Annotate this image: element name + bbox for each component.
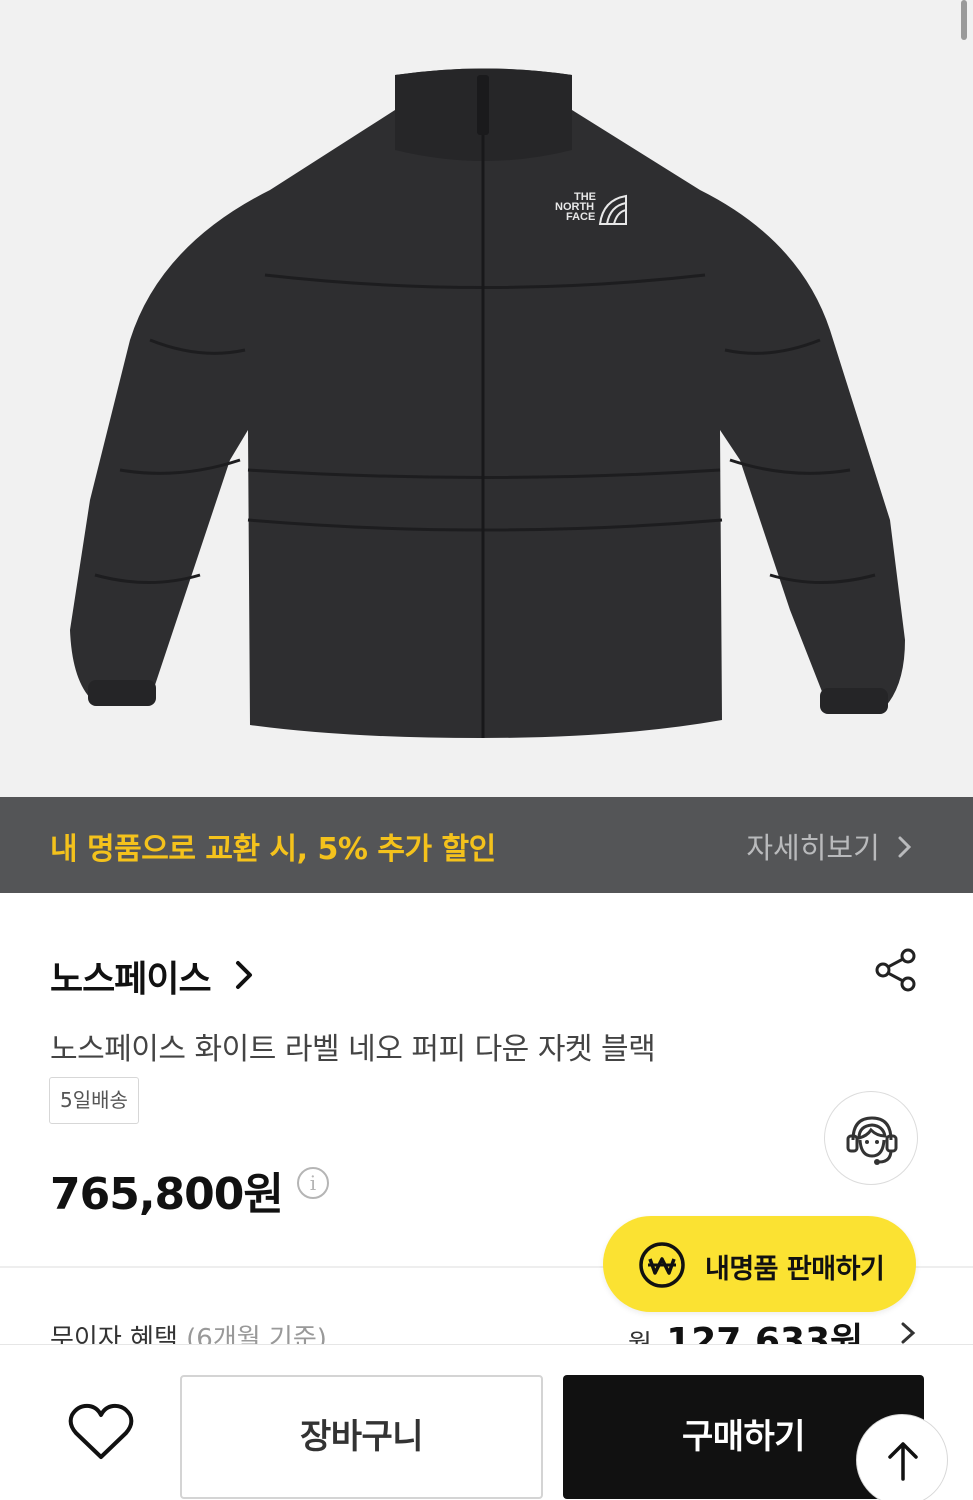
jacket-illustration: THE NORTH FACE bbox=[70, 68, 905, 738]
won-coin-icon bbox=[639, 1242, 685, 1288]
image-scrollbar[interactable] bbox=[961, 0, 967, 40]
product-title: 노스페이스 화이트 라벨 네오 퍼피 다운 자켓 블랙 bbox=[50, 1032, 656, 1067]
customer-service-button[interactable] bbox=[824, 1091, 918, 1185]
price-info-icon[interactable]: i bbox=[297, 1167, 329, 1199]
delivery-badge: 5일배송 bbox=[49, 1077, 139, 1124]
heart-icon[interactable] bbox=[68, 1403, 134, 1461]
promo-text: 내 명품으로 교환 시, 5% 추가 할인 bbox=[50, 832, 496, 867]
chevron-right-icon bbox=[898, 836, 912, 858]
brand-link[interactable]: 노스페이스 bbox=[50, 950, 212, 1002]
add-to-cart-button[interactable]: 장바구니 bbox=[180, 1375, 543, 1499]
trade-in-promo-banner[interactable]: 내 명품으로 교환 시, 5% 추가 할인 자세히보기 bbox=[0, 797, 973, 893]
product-image[interactable]: THE NORTH FACE bbox=[0, 0, 973, 797]
installment-label: 무이자 혜택 bbox=[50, 1324, 178, 1344]
customer-service-icon bbox=[846, 1116, 898, 1165]
installment-prefix: 월 bbox=[628, 1330, 652, 1344]
share-icon[interactable] bbox=[872, 946, 920, 994]
installment-sub: (6개월 기준) bbox=[186, 1324, 327, 1344]
promo-more-link[interactable]: 자세히보기 bbox=[746, 825, 915, 867]
sell-button-label: 내명품 판매하기 bbox=[705, 1254, 885, 1285]
installment-amount: 127,633원 bbox=[666, 1321, 864, 1344]
brand-chevron-right-icon[interactable] bbox=[230, 958, 258, 992]
svg-text:FACE: FACE bbox=[566, 211, 595, 223]
scroll-to-top-button[interactable] bbox=[856, 1414, 948, 1500]
installment-chevron-right-icon bbox=[901, 1322, 916, 1344]
bottom-action-bar: 장바구니 구매하기 bbox=[0, 1344, 973, 1500]
product-price: 765,800원 bbox=[50, 1169, 284, 1220]
arrow-up-icon bbox=[888, 1442, 918, 1481]
sell-my-luxury-button[interactable]: 내명품 판매하기 bbox=[603, 1216, 916, 1312]
